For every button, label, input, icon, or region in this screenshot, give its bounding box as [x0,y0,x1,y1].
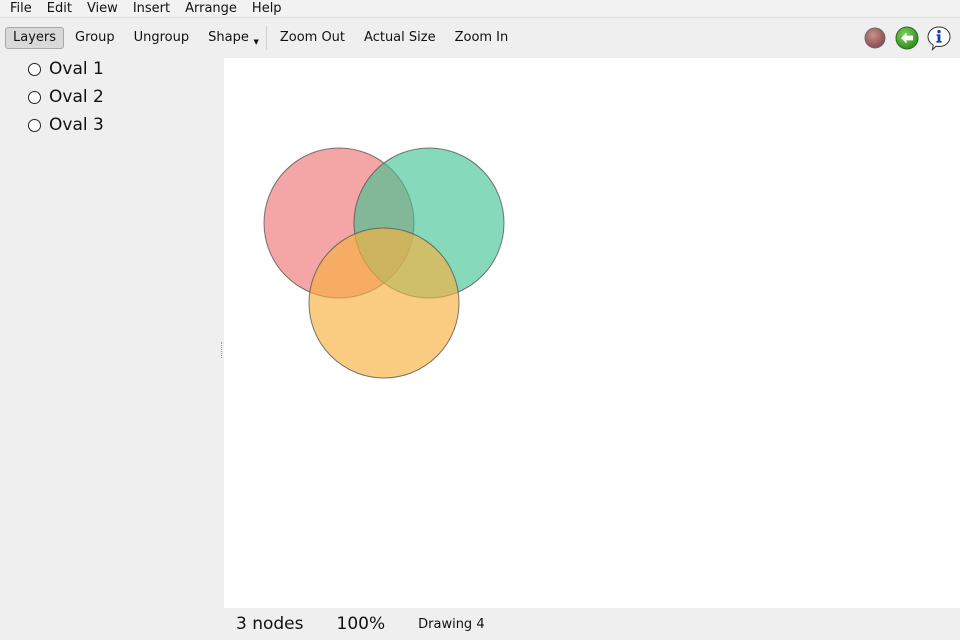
actual-size-button[interactable]: Actual Size [356,27,444,49]
menu-arrange[interactable]: Arrange [180,0,242,18]
layers-panel: Oval 1 Oval 2 Oval 3 [0,57,223,640]
zoom-level: 100% [336,614,386,634]
layer-radio[interactable] [28,90,41,104]
node-count: 3 nodes [236,614,304,634]
layer-item-oval-1[interactable]: Oval 1 [28,57,104,81]
toolbar-icon-group [856,25,952,51]
shape-button-label: Shape [208,30,249,45]
menu-bar: File Edit View Insert Arrange Help [0,0,960,18]
layer-label: Oval 3 [49,115,104,135]
layer-label: Oval 1 [49,59,104,79]
group-button[interactable]: Group [67,27,123,49]
status-bar: 3 nodes 100% Drawing 4 [224,608,960,640]
document-name: Drawing 4 [418,616,485,632]
layers-button[interactable]: Layers [5,27,65,49]
oval-3-shape[interactable] [308,227,460,379]
menu-help[interactable]: Help [247,0,287,18]
shape-dropdown-button[interactable]: Shape ▼ [200,27,261,49]
menu-file[interactable]: File [5,0,37,18]
toolbar: Layers Group Ungroup Shape ▼ Zoom Out Ac… [0,19,960,57]
menu-insert[interactable]: Insert [128,0,175,18]
layer-label: Oval 2 [49,87,104,107]
panel-splitter[interactable] [221,342,223,358]
dropdown-arrow-icon: ▼ [253,38,259,46]
info-icon[interactable] [926,25,952,51]
toolbar-separator [265,26,267,50]
canvas-svg [263,147,505,379]
zoom-out-button[interactable]: Zoom Out [272,27,353,49]
menu-edit[interactable]: Edit [42,0,77,18]
layer-radio[interactable] [28,118,41,132]
layer-radio[interactable] [28,62,41,76]
back-arrow-icon[interactable] [894,25,920,51]
layer-item-oval-3[interactable]: Oval 3 [28,113,104,137]
layer-item-oval-2[interactable]: Oval 2 [28,85,104,109]
drawing-canvas[interactable] [224,58,960,608]
ungroup-button[interactable]: Ungroup [126,27,198,49]
menu-view[interactable]: View [82,0,123,18]
record-icon[interactable] [862,25,888,51]
zoom-in-button[interactable]: Zoom In [447,27,517,49]
